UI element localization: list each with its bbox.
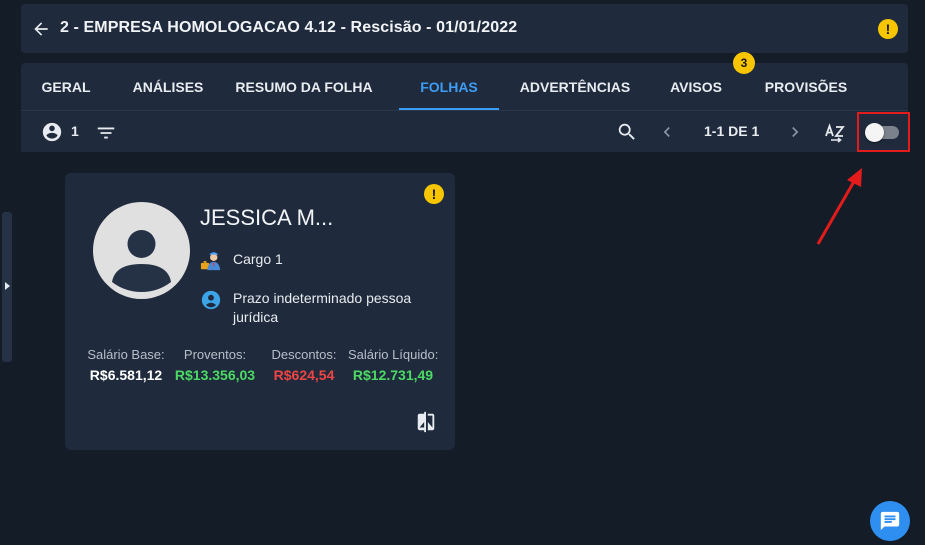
avisos-count-badge: 3 bbox=[733, 52, 755, 74]
stat-label: Proventos: bbox=[183, 347, 247, 362]
stat-value: R$6.581,12 bbox=[89, 367, 163, 383]
role-row: Cargo 1 bbox=[200, 250, 423, 272]
tab-bar: GERAL ANÁLISES RESUMO DA FOLHA FOLHAS AD… bbox=[21, 52, 908, 110]
stat-value: R$13.356,03 bbox=[174, 367, 256, 383]
sort-az-icon[interactable] bbox=[823, 121, 847, 145]
stat-label: Salário Líquido: bbox=[348, 347, 439, 362]
compare-icon[interactable] bbox=[415, 411, 437, 433]
stat-proventos: Proventos: R$13.356,03 bbox=[173, 347, 257, 383]
stat-descontos: Descontos: R$624,54 bbox=[267, 347, 341, 383]
list-toolbar: 1 1-1 DE 1 bbox=[21, 110, 910, 152]
search-icon[interactable] bbox=[616, 121, 638, 143]
highlight-box bbox=[857, 112, 910, 152]
tab-advertencias[interactable]: ADVERTÊNCIAS bbox=[511, 63, 639, 110]
back-arrow-icon[interactable] bbox=[31, 19, 51, 39]
annotation-arrow-icon bbox=[816, 168, 862, 245]
chat-button[interactable] bbox=[870, 501, 910, 541]
stat-salario-base: Salário Base: R$6.581,12 bbox=[85, 347, 167, 383]
tab-geral[interactable]: GERAL bbox=[21, 63, 111, 110]
page-header: 2 - EMPRESA HOMOLOGACAO 4.12 - Rescisão … bbox=[21, 4, 908, 53]
stat-value: R$624,54 bbox=[273, 367, 335, 383]
avatar bbox=[93, 202, 190, 299]
expand-arrow-icon bbox=[5, 282, 10, 290]
chat-icon bbox=[880, 511, 900, 531]
page-title: 2 - EMPRESA HOMOLOGACAO 4.12 - Rescisão … bbox=[60, 19, 518, 36]
employee-name: JESSICA M... bbox=[200, 205, 334, 230]
chevron-left-icon[interactable] bbox=[657, 122, 677, 142]
stat-label: Salário Base: bbox=[87, 347, 165, 362]
tab-analises[interactable]: ANÁLISES bbox=[119, 63, 217, 110]
people-count: 1 bbox=[71, 123, 79, 139]
stat-label: Descontos: bbox=[271, 347, 337, 362]
stat-value: R$12.731,49 bbox=[352, 367, 434, 383]
employee-card[interactable]: ! JESSICA M... Cargo 1 Prazo indetermina… bbox=[65, 173, 455, 450]
stat-salario-liquido: Salário Líquido: R$12.731,49 bbox=[348, 347, 438, 383]
person-silhouette-icon bbox=[112, 230, 171, 292]
card-warning-badge[interactable]: ! bbox=[424, 184, 444, 204]
tab-resumo-da-folha[interactable]: RESUMO DA FOLHA bbox=[231, 63, 377, 110]
contract-row: Prazo indeterminado pessoa jurídica bbox=[200, 289, 423, 327]
tab-provisoes[interactable]: PROVISÕES bbox=[756, 63, 856, 110]
worker-icon bbox=[200, 252, 221, 271]
warning-badge[interactable]: ! bbox=[878, 19, 898, 39]
contract-person-icon bbox=[201, 290, 221, 310]
account-circle-icon bbox=[42, 122, 62, 142]
tab-avisos[interactable]: AVISOS bbox=[657, 63, 735, 110]
chevron-right-icon[interactable] bbox=[785, 122, 805, 142]
side-panel-handle[interactable] bbox=[2, 212, 12, 362]
pagination-label: 1-1 DE 1 bbox=[704, 123, 760, 139]
filter-icon[interactable] bbox=[95, 122, 117, 144]
tab-folhas[interactable]: FOLHAS bbox=[399, 63, 499, 110]
employee-role: Cargo 1 bbox=[233, 251, 283, 267]
employee-contract: Prazo indeterminado pessoa jurídica bbox=[233, 290, 412, 325]
